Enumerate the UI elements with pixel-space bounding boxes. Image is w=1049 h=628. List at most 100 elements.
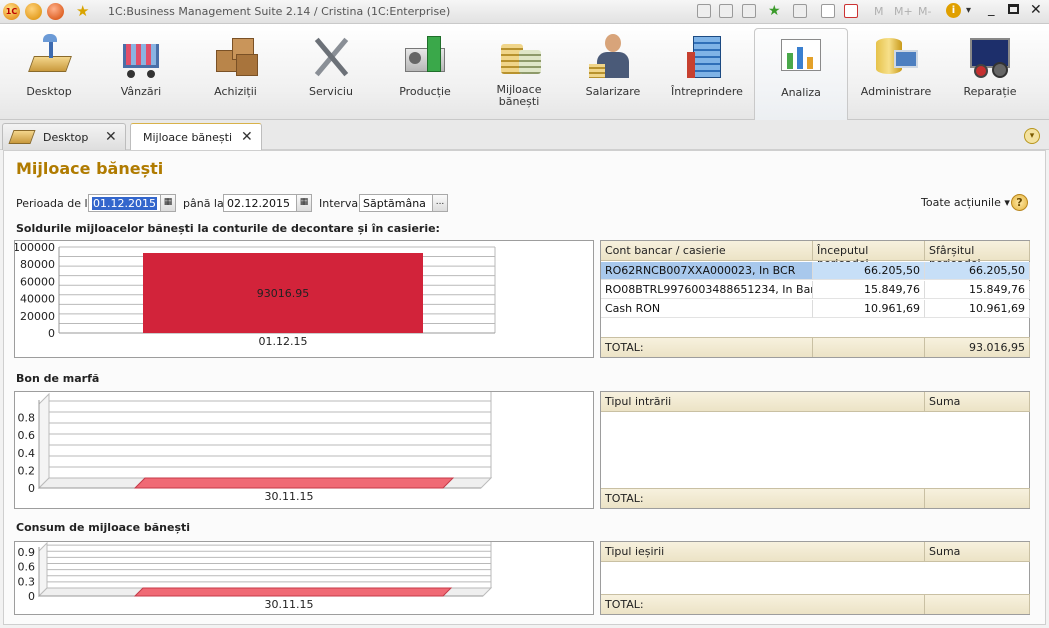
circle-arrow-icon[interactable]: [47, 3, 64, 20]
bookmark-icon[interactable]: [793, 4, 807, 18]
column-header[interactable]: Sfârșitul perioadei: [925, 241, 1030, 270]
chevron-down-icon[interactable]: ▾: [966, 5, 971, 16]
consumption-heading: Consum de mijloace bănești: [16, 521, 191, 534]
memory-minus-button[interactable]: M-: [918, 5, 931, 18]
voucher-heading: Bon de marfă: [16, 372, 100, 385]
balances-heading: Soldurile mijloacelor bănești la conturi…: [16, 222, 440, 235]
section-service[interactable]: Serviciu: [285, 24, 377, 120]
boxes-icon: [212, 34, 260, 80]
total-value: [925, 594, 1030, 614]
voucher-table: Tipul intrării Suma TOTAL:: [600, 391, 1030, 509]
close-tab-button[interactable]: ✕: [241, 129, 253, 145]
coins-icon: [495, 34, 543, 80]
y-tick-label: 0.8: [18, 412, 36, 425]
tools-icon: [307, 34, 355, 80]
print-preview-icon[interactable]: [742, 4, 756, 18]
minimize-button[interactable]: _: [988, 2, 995, 17]
y-tick-label: 0: [28, 482, 35, 495]
period-to-label: până la:: [183, 197, 228, 210]
cash-form: Mijloace bănești Perioada de la: 01.12.2…: [3, 150, 1046, 625]
section-repair[interactable]: Reparație: [944, 24, 1036, 120]
x-tick-label: 30.11.15: [265, 490, 314, 503]
period-from-label: Perioada de la:: [16, 197, 99, 210]
bar[interactable]: [133, 587, 453, 597]
total-cell: [813, 337, 925, 357]
favorites-star-icon[interactable]: ★: [76, 2, 89, 20]
info-icon[interactable]: i: [946, 3, 961, 18]
maximize-button[interactable]: [1008, 4, 1019, 14]
section-administration[interactable]: Administrare: [850, 24, 942, 120]
memory-plus-button[interactable]: M+: [894, 5, 913, 18]
interval-field[interactable]: Săptămâna: [359, 194, 434, 212]
main-menu-icon[interactable]: [25, 3, 42, 20]
balances-chart: 100000 80000 60000 40000 20000 0 93016.95 01.12…: [13, 240, 594, 358]
column-header[interactable]: Începutul perioadei: [813, 241, 925, 270]
save-icon[interactable]: [697, 4, 711, 18]
section-enterprise[interactable]: Întreprindere: [661, 24, 753, 120]
y-tick-label: 0: [48, 327, 55, 340]
factory-icon: [401, 34, 449, 80]
title-bar: 1C ★ 1C:Business Management Suite 2.14 /…: [0, 0, 1049, 24]
section-production[interactable]: Producție: [379, 24, 471, 120]
y-tick-label: 0.2: [18, 464, 36, 477]
tabs-menu-icon[interactable]: ▾: [1024, 128, 1040, 144]
period-from-field[interactable]: 01.12.2015: [88, 194, 162, 212]
y-tick-label: 0.6: [18, 429, 36, 442]
total-label: TOTAL:: [601, 488, 925, 508]
section-desktop[interactable]: Desktop: [4, 24, 94, 120]
calculator-icon[interactable]: [821, 4, 835, 18]
print-icon[interactable]: [719, 4, 733, 18]
section-sales[interactable]: Vânzări: [96, 24, 186, 120]
calendar-icon[interactable]: ▦: [296, 194, 312, 212]
voucher-chart: 0.8 0.6 0.4 0.2 0 30.11.15: [14, 389, 594, 509]
column-header[interactable]: Tipul ieșirii: [601, 542, 925, 562]
tab-desktop[interactable]: Desktop ✕: [2, 123, 126, 150]
tab-cash[interactable]: Mijloace bănești ✕: [130, 123, 262, 151]
section-cash[interactable]: Mijloace bănești: [473, 24, 565, 120]
add-favorite-icon[interactable]: ★: [768, 3, 781, 19]
help-icon[interactable]: ?: [1011, 194, 1028, 211]
chart-wall: [38, 541, 48, 598]
desktop-icon: [8, 130, 36, 144]
consumption-chart: 0.9 0.6 0.3 0 30.11.15: [14, 538, 594, 615]
y-tick-label: 0.6: [18, 561, 36, 574]
bar-chart-svg: 100000 80000 60000 40000 20000 0 93016.95 01.12…: [13, 241, 496, 348]
section-purchases[interactable]: Achiziții: [188, 24, 283, 120]
column-header[interactable]: Suma: [925, 542, 1030, 562]
memory-button[interactable]: M: [874, 5, 884, 18]
open-windows-tabs: Desktop ✕ Mijloace bănești ✕ ▾: [0, 120, 1049, 151]
section-analysis[interactable]: Analiza: [754, 28, 848, 120]
bar-data-label: 93016.95: [257, 287, 310, 300]
bar-chart-svg: 0.8 0.6 0.4 0.2 0 30.11.15: [18, 389, 493, 503]
interval-select-button[interactable]: ...: [432, 194, 448, 212]
column-header[interactable]: Cont bancar / casierie: [601, 241, 813, 261]
desktop-icon: [25, 34, 73, 80]
sections-panel: Desktop Vânzări Achiziții Serviciu Produ…: [0, 24, 1049, 120]
total-label: TOTAL:: [601, 337, 813, 357]
page-title: Mijloace bănești: [16, 159, 164, 178]
column-header[interactable]: Tipul intrării: [601, 392, 925, 412]
period-to-field[interactable]: 02.12.2015: [223, 194, 299, 212]
calendar-icon[interactable]: [844, 4, 858, 18]
y-tick-label: 0.3: [18, 575, 36, 588]
y-tick-label: 100000: [15, 241, 55, 254]
repair-icon: [966, 34, 1014, 80]
y-tick-label: 0.9: [18, 546, 36, 559]
calendar-icon[interactable]: ▦: [160, 194, 176, 212]
balances-table: Cont bancar / casierie Începutul perioad…: [600, 240, 1030, 358]
bar-chart-svg: 0.9 0.60.3 0 30.11.15: [18, 538, 493, 611]
consumption-table: Tipul ieșirii Suma TOTAL:: [600, 541, 1030, 615]
chart-icon: [777, 35, 825, 81]
close-tab-button[interactable]: ✕: [105, 129, 117, 145]
section-payroll[interactable]: Salarizare: [567, 24, 659, 120]
close-window-button[interactable]: ✕: [1030, 2, 1042, 18]
y-tick-label: 60000: [20, 275, 55, 288]
total-value: 93.016,95: [925, 337, 1030, 357]
all-actions-menu[interactable]: Toate acțiunile ▾: [921, 196, 1010, 209]
y-tick-label: 40000: [20, 293, 55, 306]
app-logo-icon[interactable]: 1C: [3, 3, 20, 20]
column-header[interactable]: Suma: [925, 392, 1030, 412]
y-tick-label: 80000: [20, 258, 55, 271]
bar[interactable]: [133, 477, 455, 489]
y-tick-label: 20000: [20, 310, 55, 323]
